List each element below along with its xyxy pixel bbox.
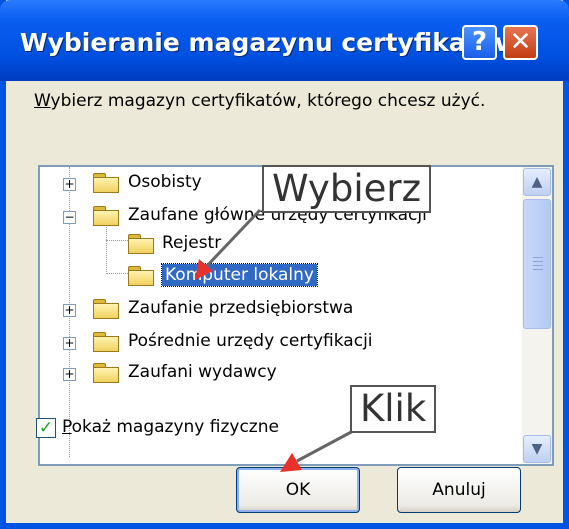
annotation-arrows [195,208,356,472]
click-arrow-line [296,428,356,463]
annotation-click-callout: Klik [350,385,437,433]
choose-arrow-line [203,208,262,270]
click-arrow-head [280,453,302,472]
annotation-choose-callout: Wybierz [262,165,431,213]
